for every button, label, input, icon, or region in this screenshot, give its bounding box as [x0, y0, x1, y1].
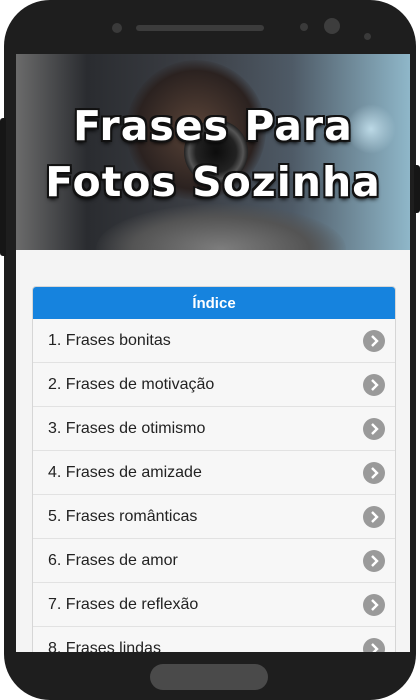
- sensor-dot: [300, 23, 308, 31]
- index-item-label: 8. Frases lindas: [48, 639, 161, 653]
- chevron-right-icon: [363, 637, 385, 652]
- index-item-label: 3. Frases de otimismo: [48, 419, 206, 437]
- hero-banner: Frases Para Fotos Sozinha: [16, 54, 410, 250]
- chevron-right-icon: [363, 549, 385, 572]
- index-item-label: 7. Frases de reflexão: [48, 595, 199, 613]
- front-camera: [324, 18, 340, 34]
- chevron-right-icon: [363, 593, 385, 616]
- chevron-right-icon: [363, 417, 385, 440]
- index-item-label: 2. Frases de motivação: [48, 375, 215, 393]
- hero-title-line1: Frases Para: [73, 102, 353, 150]
- index-item[interactable]: 8. Frases lindas: [33, 627, 395, 652]
- phone-top-bezel: [4, 0, 416, 56]
- index-card: Índice 1. Frases bonitas 2. Frases de mo…: [32, 286, 396, 652]
- index-item[interactable]: 7. Frases de reflexão: [33, 583, 395, 627]
- index-item[interactable]: 6. Frases de amor: [33, 539, 395, 583]
- sensor-dot: [364, 33, 371, 40]
- index-item-label: 5. Frases românticas: [48, 507, 198, 525]
- index-item-label: 6. Frases de amor: [48, 551, 178, 569]
- earpiece-speaker: [136, 25, 264, 31]
- phone-bottom-bezel: [4, 652, 416, 700]
- home-button[interactable]: [150, 664, 268, 690]
- chevron-right-icon: [363, 461, 385, 484]
- index-item[interactable]: 3. Frases de otimismo: [33, 407, 395, 451]
- side-button-left: [0, 118, 6, 256]
- chevron-right-icon: [363, 505, 385, 528]
- index-item[interactable]: 2. Frases de motivação: [33, 363, 395, 407]
- index-item[interactable]: 1. Frases bonitas: [33, 319, 395, 363]
- index-item-label: 4. Frases de amizade: [48, 463, 202, 481]
- hero-title: Frases Para Fotos Sozinha: [16, 98, 410, 210]
- index-item[interactable]: 5. Frases românticas: [33, 495, 395, 539]
- screen: Frases Para Fotos Sozinha Índice 1. Fras…: [16, 54, 410, 652]
- index-item-label: 1. Frases bonitas: [48, 331, 171, 349]
- hero-title-line2: Fotos Sozinha: [45, 158, 381, 206]
- phone-frame: Frases Para Fotos Sozinha Índice 1. Fras…: [0, 0, 420, 700]
- chevron-right-icon: [363, 329, 385, 352]
- index-header: Índice: [33, 287, 395, 319]
- side-button-right: [414, 165, 420, 213]
- content-area: Índice 1. Frases bonitas 2. Frases de mo…: [16, 250, 410, 652]
- sensor-dot: [112, 23, 122, 33]
- index-item[interactable]: 4. Frases de amizade: [33, 451, 395, 495]
- chevron-right-icon: [363, 373, 385, 396]
- hero-photo-shoulders: [96, 204, 346, 250]
